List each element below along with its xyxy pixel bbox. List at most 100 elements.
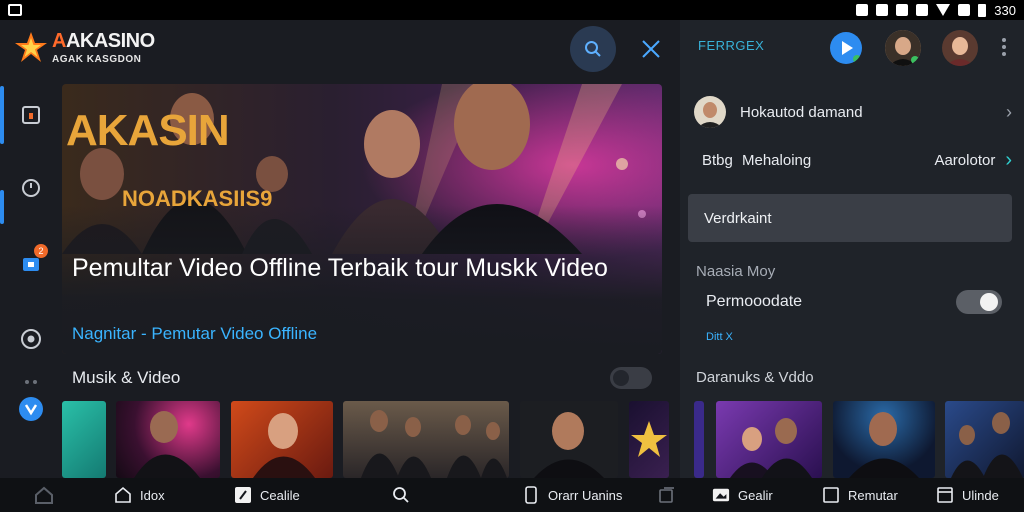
- toggle-switch[interactable]: [956, 290, 1002, 314]
- nav-player-button[interactable]: Remutar: [822, 478, 898, 512]
- panel-thumbnail-strip: [694, 401, 1024, 478]
- more-menu-button[interactable]: [1002, 38, 1006, 56]
- music-note-icon: [235, 487, 251, 503]
- status-time: 330: [994, 2, 1016, 18]
- left-rail: 2: [0, 86, 62, 478]
- section-header: Musik & Video: [62, 363, 662, 393]
- nav-window-button[interactable]: Ulinde: [936, 478, 999, 512]
- search-button[interactable]: [570, 26, 616, 72]
- thumbnail-strip: [62, 401, 678, 478]
- section-label: Naasia Moy: [696, 263, 776, 280]
- nav-queue-button[interactable]: [658, 478, 676, 512]
- chevron-right-icon: ›: [1006, 101, 1012, 122]
- side-panel: FERRGEX Hokautod damand › Btbg Mehaloing…: [680, 20, 1024, 478]
- play-profile-button[interactable]: [830, 32, 862, 64]
- more-dot: [1002, 45, 1006, 49]
- chevron-right-icon: ›: [1005, 148, 1012, 171]
- battery-icon: [978, 3, 987, 17]
- rail-shield-button[interactable]: [14, 392, 48, 426]
- search-icon: [393, 487, 409, 503]
- status-bar: 330: [0, 0, 1024, 20]
- nav-index-button[interactable]: Idox: [114, 478, 165, 512]
- avatar-icon: [885, 30, 921, 66]
- account-avatar: [694, 96, 726, 128]
- square-icon: [823, 487, 839, 503]
- main-app: AAKASINO AGAK KASGDON 2 AKASIN NOADKASII…: [0, 20, 680, 478]
- app-logo[interactable]: AAKASINO AGAK KASGDON: [14, 30, 155, 65]
- account-circle-icon: [21, 329, 41, 349]
- duo-thumbnail-icon: [730, 418, 812, 478]
- nav-label: Cealile: [260, 487, 300, 503]
- close-button[interactable]: [636, 34, 666, 64]
- account-row[interactable]: Hokautod damand ›: [694, 94, 1012, 130]
- hero-stamp-small: NOADKASIIS9: [122, 186, 273, 211]
- hero-title: Pemultar Video Offline Terbaik tour Musk…: [72, 254, 608, 282]
- portrait-thumbnail-icon: [534, 412, 604, 478]
- notification-icon: [856, 4, 869, 16]
- avatar-icon: [694, 96, 726, 128]
- settings-row[interactable]: Btbg Mehaloing Aarolotor ›: [702, 148, 1012, 172]
- library-icon: [22, 106, 40, 124]
- star-logo-icon: [15, 32, 47, 62]
- video-thumbnail[interactable]: [343, 401, 509, 478]
- inbox-icon: [115, 486, 131, 503]
- nav-search-button[interactable]: [392, 478, 410, 512]
- dots-icon: [25, 380, 37, 384]
- image-icon: [876, 4, 889, 16]
- small-link[interactable]: Ditt X: [706, 331, 733, 343]
- rail-downloads-button[interactable]: 2: [14, 244, 48, 280]
- section-toggle[interactable]: [610, 367, 652, 389]
- video-thumbnail[interactable]: [833, 401, 935, 478]
- text-field[interactable]: Verdrkaint: [688, 194, 1012, 242]
- settings-row-col2: Mehaloing: [742, 151, 812, 169]
- lock-icon: [958, 4, 971, 16]
- video-thumbnail[interactable]: [945, 401, 1024, 478]
- rail-library-button[interactable]: [14, 98, 48, 132]
- video-thumbnail[interactable]: [716, 401, 822, 478]
- nav-home-button[interactable]: [34, 478, 54, 512]
- search-icon: [585, 41, 601, 57]
- panel-header: FERRGEX: [680, 20, 1024, 80]
- section-title: Musik & Video: [72, 368, 181, 387]
- nav-label: Gealir: [738, 487, 773, 503]
- section-label-secondary: Daranuks & Vddo: [696, 369, 814, 386]
- close-icon: [642, 40, 660, 58]
- hero-subtitle[interactable]: Nagnitar - Pemutar Video Offline: [72, 324, 317, 344]
- timer-icon: [22, 179, 40, 197]
- account-name: Hokautod damand: [740, 103, 863, 121]
- phone-icon: [525, 486, 537, 504]
- hero-banner[interactable]: AKASIN NOADKASIIS9 Pemultar Video Offlin…: [62, 84, 662, 354]
- toggle-label: Permooodate: [706, 293, 803, 310]
- rail-secondary-indicator: [0, 190, 4, 224]
- play-icon: [842, 41, 861, 63]
- queue-icon: [659, 487, 674, 503]
- rail-account-button[interactable]: [14, 322, 48, 356]
- band-thumbnail-icon: [361, 410, 507, 478]
- logo-title: AAKASINO: [52, 30, 155, 52]
- video-thumbnail[interactable]: [231, 401, 333, 478]
- video-thumbnail[interactable]: [520, 401, 618, 478]
- avatar[interactable]: [942, 30, 978, 66]
- video-thumbnail[interactable]: [694, 401, 704, 478]
- video-thumbnail[interactable]: [629, 401, 669, 478]
- home-icon: [35, 486, 53, 504]
- nav-label: Ulinde: [962, 487, 999, 503]
- video-thumbnail[interactable]: [116, 401, 220, 478]
- bottom-nav: Idox Cealile Orarr Uanins Gealir Remutar…: [0, 478, 1024, 512]
- video-thumbnail[interactable]: [62, 401, 106, 478]
- nav-gallery-button[interactable]: Gealir: [712, 478, 773, 512]
- nav-label: Remutar: [848, 487, 898, 503]
- nav-create-button[interactable]: Cealile: [234, 478, 300, 512]
- rail-active-indicator: [0, 86, 4, 144]
- nav-label: Idox: [140, 487, 165, 503]
- wifi-icon: [936, 4, 951, 16]
- settings-row-col3: Aarolotor: [934, 151, 996, 169]
- settings-icon: [896, 4, 909, 16]
- nav-offline-button[interactable]: Orarr Uanins: [522, 478, 622, 512]
- more-dot: [1002, 52, 1006, 56]
- avatar[interactable]: [885, 30, 921, 66]
- more-dot: [1002, 38, 1006, 42]
- toggle-row: Permooodate: [706, 286, 1002, 318]
- vpn-shield-icon: [19, 397, 43, 421]
- rail-history-button[interactable]: [14, 170, 48, 204]
